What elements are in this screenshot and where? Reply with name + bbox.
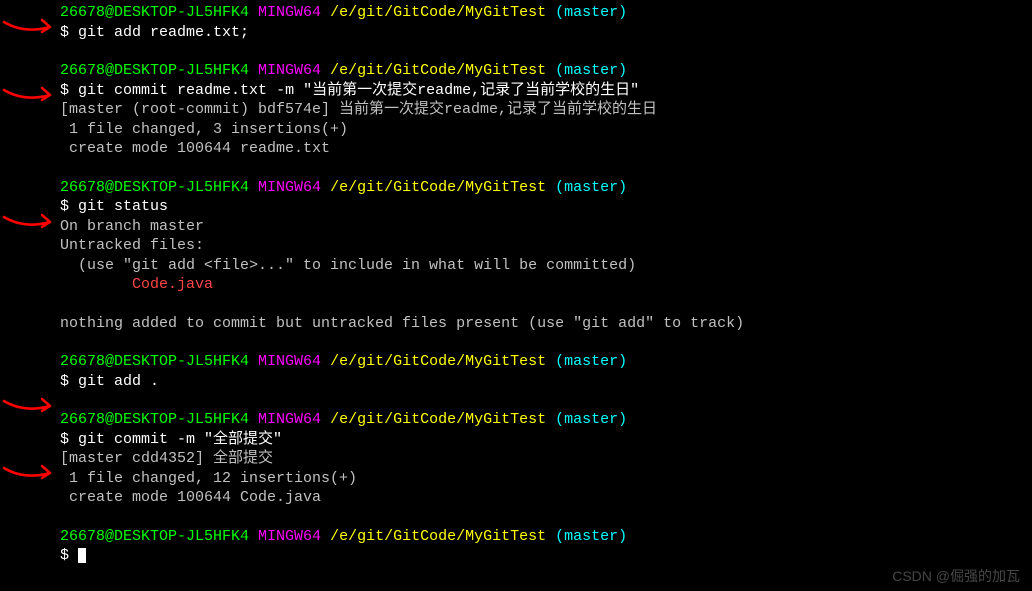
command-line[interactable]: $ git add readme.txt;	[60, 23, 1032, 43]
shell-name: MINGW64	[258, 4, 321, 21]
output-line: On branch master	[60, 217, 1032, 237]
cursor	[78, 548, 86, 563]
prompt-line: 26678@DESKTOP-JL5HFK4 MINGW64 /e/git/Git…	[60, 3, 1032, 23]
output-line: create mode 100644 readme.txt	[60, 139, 1032, 159]
command-text: git add .	[78, 373, 159, 390]
watermark: CSDN @倔强的加瓦	[892, 567, 1020, 585]
output-line: (use "git add <file>..." to include in w…	[60, 256, 1032, 276]
command-line[interactable]: $	[60, 546, 1032, 566]
annotation-arrow-icon	[0, 464, 58, 489]
prompt-line: 26678@DESKTOP-JL5HFK4 MINGW64 /e/git/Git…	[60, 61, 1032, 81]
annotation-arrow-icon	[0, 86, 58, 111]
terminal-block: 26678@DESKTOP-JL5HFK4 MINGW64 /e/git/Git…	[60, 527, 1032, 566]
untracked-file: Code.java	[60, 275, 1032, 295]
output-line: [master (root-commit) bdf574e] 当前第一次提交re…	[60, 100, 1032, 120]
command-line[interactable]: $ git commit readme.txt -m "当前第一次提交readm…	[60, 81, 1032, 101]
annotation-arrow-icon	[0, 213, 58, 238]
command-text: git status	[78, 198, 168, 215]
output-line: 1 file changed, 12 insertions(+)	[60, 469, 1032, 489]
prompt-line: 26678@DESKTOP-JL5HFK4 MINGW64 /e/git/Git…	[60, 178, 1032, 198]
command-text: git commit readme.txt -m "当前第一次提交readme,…	[78, 82, 639, 99]
prompt-line: 26678@DESKTOP-JL5HFK4 MINGW64 /e/git/Git…	[60, 410, 1032, 430]
prompt-symbol: $	[60, 24, 69, 41]
command-line[interactable]: $ git commit -m "全部提交"	[60, 430, 1032, 450]
terminal-block: 26678@DESKTOP-JL5HFK4 MINGW64 /e/git/Git…	[60, 410, 1032, 508]
terminal-block: 26678@DESKTOP-JL5HFK4 MINGW64 /e/git/Git…	[60, 352, 1032, 391]
terminal-block: 26678@DESKTOP-JL5HFK4 MINGW64 /e/git/Git…	[60, 178, 1032, 334]
annotation-arrow-icon	[0, 18, 58, 43]
terminal-block: 26678@DESKTOP-JL5HFK4 MINGW64 /e/git/Git…	[60, 61, 1032, 159]
output-line: [master cdd4352] 全部提交	[60, 449, 1032, 469]
command-text: git add readme.txt;	[78, 24, 249, 41]
output-line: create mode 100644 Code.java	[60, 488, 1032, 508]
path: /e/git/GitCode/MyGitTest	[330, 4, 546, 21]
prompt-line: 26678@DESKTOP-JL5HFK4 MINGW64 /e/git/Git…	[60, 527, 1032, 547]
command-text: git commit -m "全部提交"	[78, 431, 282, 448]
command-line[interactable]: $ git status	[60, 197, 1032, 217]
annotation-arrow-icon	[0, 397, 58, 422]
user-host: 26678@DESKTOP-JL5HFK4	[60, 4, 249, 21]
command-line[interactable]: $ git add .	[60, 372, 1032, 392]
output-line: 1 file changed, 3 insertions(+)	[60, 120, 1032, 140]
output-line: Untracked files:	[60, 236, 1032, 256]
branch: (master)	[555, 4, 627, 21]
prompt-line: 26678@DESKTOP-JL5HFK4 MINGW64 /e/git/Git…	[60, 352, 1032, 372]
output-line: nothing added to commit but untracked fi…	[60, 314, 1032, 334]
terminal-block: 26678@DESKTOP-JL5HFK4 MINGW64 /e/git/Git…	[60, 3, 1032, 42]
